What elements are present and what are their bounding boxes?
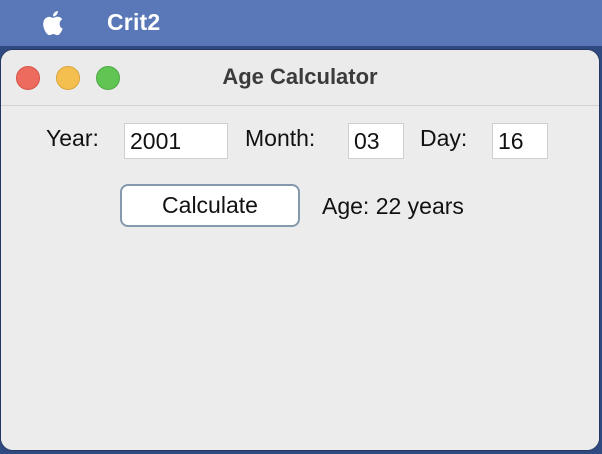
year-input[interactable]: [124, 123, 228, 159]
window-title: Age Calculator: [222, 64, 378, 89]
month-label: Month:: [245, 125, 316, 151]
apple-logo-icon[interactable]: [38, 7, 70, 39]
day-label: Day:: [420, 125, 468, 151]
window-content: Year: Month: Day: Calculate Age: 22 year…: [1, 106, 599, 450]
menu-bar: Crit2: [0, 0, 602, 46]
day-input[interactable]: [492, 123, 548, 159]
month-input[interactable]: [348, 123, 404, 159]
year-label: Year:: [46, 125, 99, 151]
age-calculator-window: Age Calculator Year: Month: Day: Calcula…: [1, 50, 599, 450]
window-titlebar[interactable]: Age Calculator: [1, 50, 599, 106]
age-result-text: Age: 22 years: [322, 193, 464, 219]
app-name-menu[interactable]: Crit2: [107, 9, 160, 36]
calculate-button[interactable]: Calculate: [120, 184, 300, 227]
